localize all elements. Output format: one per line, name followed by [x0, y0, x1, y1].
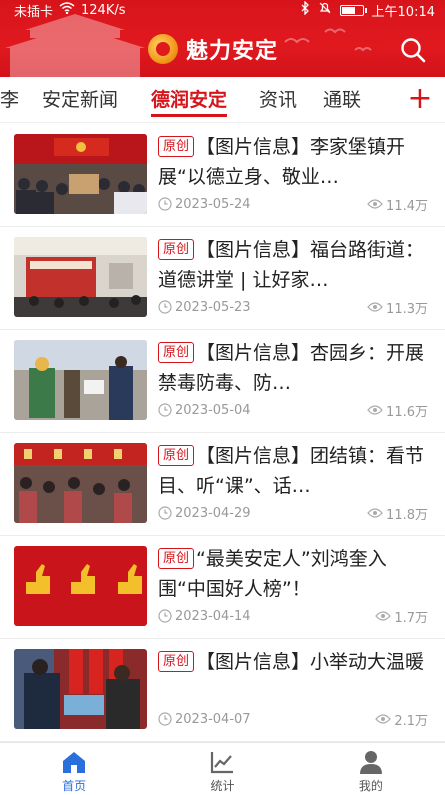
view-count: 11.8万	[386, 507, 428, 523]
publish-date: 2023-05-04	[175, 402, 251, 418]
eye-icon	[375, 611, 392, 621]
mute-icon	[318, 1, 332, 19]
app-header: 未插卡 124K/s 上午10:14 魅力安定	[0, 0, 445, 77]
clock-icon	[158, 506, 172, 520]
eye-icon	[367, 199, 383, 209]
nav-stats-label: 统计	[210, 779, 235, 793]
tab-tonglian[interactable]: 通联	[323, 77, 361, 122]
eye-icon	[375, 714, 392, 724]
publish-date: 2023-05-24	[175, 196, 251, 212]
original-badge: 原创	[158, 136, 195, 157]
article-title: 【图片信息】团结镇：看节目、听“课”、话…	[158, 445, 425, 497]
article-title: 【图片信息】小举动大温暖	[196, 651, 425, 673]
network-speed: 124K/s	[81, 2, 126, 18]
article-item[interactable]: 原创 【图片信息】小举动大温暖 2023-04-07 2.1万	[0, 639, 445, 742]
status-bar: 未插卡 124K/s 上午10:14	[0, 0, 445, 20]
tab-news-info[interactable]: 资讯	[259, 77, 297, 122]
sim-status: 未插卡	[14, 4, 54, 20]
clock-icon	[158, 403, 172, 417]
view-count: 11.4万	[386, 198, 428, 214]
original-badge: 原创	[158, 239, 195, 260]
nav-home-label: 首页	[62, 779, 87, 793]
tab-derun-anding[interactable]: 德润安定	[151, 77, 228, 122]
wifi-icon	[59, 2, 75, 18]
original-badge: 原创	[158, 651, 195, 672]
article-title: 【图片信息】福台路街道：道德讲堂 | 让好家…	[158, 239, 425, 291]
clock-icon	[158, 197, 172, 211]
publish-date: 2023-04-07	[175, 711, 251, 727]
article-thumbnail	[14, 237, 147, 317]
category-tabs: 李 安定新闻 德润安定 资讯 通联 +	[0, 77, 445, 123]
article-thumbnail	[14, 340, 147, 420]
person-icon	[359, 751, 382, 774]
clock-icon	[158, 300, 172, 314]
article-thumbnail	[14, 649, 147, 729]
add-channel-button[interactable]: +	[405, 77, 435, 122]
battery-icon	[339, 4, 367, 16]
article-thumbnail	[14, 546, 147, 626]
article-title: 【图片信息】杏园乡：开展禁毒防毒、防…	[158, 342, 425, 394]
tab-anding-news[interactable]: 安定新闻	[42, 77, 118, 122]
article-item[interactable]: 原创 【图片信息】杏园乡：开展禁毒防毒、防… 2023-05-04 11.6万	[0, 330, 445, 433]
search-icon	[401, 38, 426, 63]
view-count: 11.6万	[386, 404, 428, 420]
publish-date: 2023-05-23	[175, 299, 251, 315]
clock-time: 上午10:14	[371, 4, 435, 20]
eye-icon	[367, 405, 383, 415]
article-thumbnail	[14, 134, 147, 214]
eye-icon	[367, 302, 383, 312]
original-badge: 原创	[158, 445, 195, 466]
app-title: 魅力安定	[186, 39, 279, 64]
nav-stats[interactable]: 统计	[148, 743, 296, 795]
article-item[interactable]: 原创 【图片信息】福台路街道：道德讲堂 | 让好家… 2023-05-23 11.…	[0, 227, 445, 330]
eye-icon	[367, 508, 383, 518]
publish-date: 2023-04-29	[175, 505, 251, 521]
article-item[interactable]: 原创 【图片信息】李家堡镇开展“以德立身、敬业… 2023-05-24 11.4万	[0, 124, 445, 227]
nav-home[interactable]: 首页	[0, 743, 148, 795]
chart-icon	[211, 752, 234, 774]
search-button[interactable]	[399, 36, 427, 64]
article-thumbnail	[14, 443, 147, 523]
clock-icon	[158, 609, 172, 623]
view-count: 2.1万	[394, 713, 428, 729]
article-item[interactable]: 原创 “最美安定人”刘鸿奎入围“中国好人榜”！ 2023-04-14 1.7万	[0, 536, 445, 639]
home-icon	[63, 752, 86, 773]
original-badge: 原创	[158, 342, 195, 363]
tab-partial[interactable]: 李	[0, 77, 19, 122]
nav-profile[interactable]: 我的	[297, 743, 445, 795]
birds-graphic	[284, 28, 372, 52]
nav-profile-label: 我的	[358, 779, 383, 793]
app-logo-icon	[148, 34, 178, 64]
original-badge: 原创	[158, 548, 195, 569]
view-count: 11.3万	[386, 301, 428, 317]
view-count: 1.7万	[394, 610, 428, 626]
article-title: 【图片信息】李家堡镇开展“以德立身、敬业…	[158, 136, 406, 188]
clock-icon	[158, 712, 172, 726]
bluetooth-icon	[300, 0, 310, 19]
publish-date: 2023-04-14	[175, 608, 251, 624]
bottom-nav: 首页 统计 我的	[0, 742, 445, 795]
article-item[interactable]: 原创 【图片信息】团结镇：看节目、听“课”、话… 2023-04-29 11.8万	[0, 433, 445, 536]
